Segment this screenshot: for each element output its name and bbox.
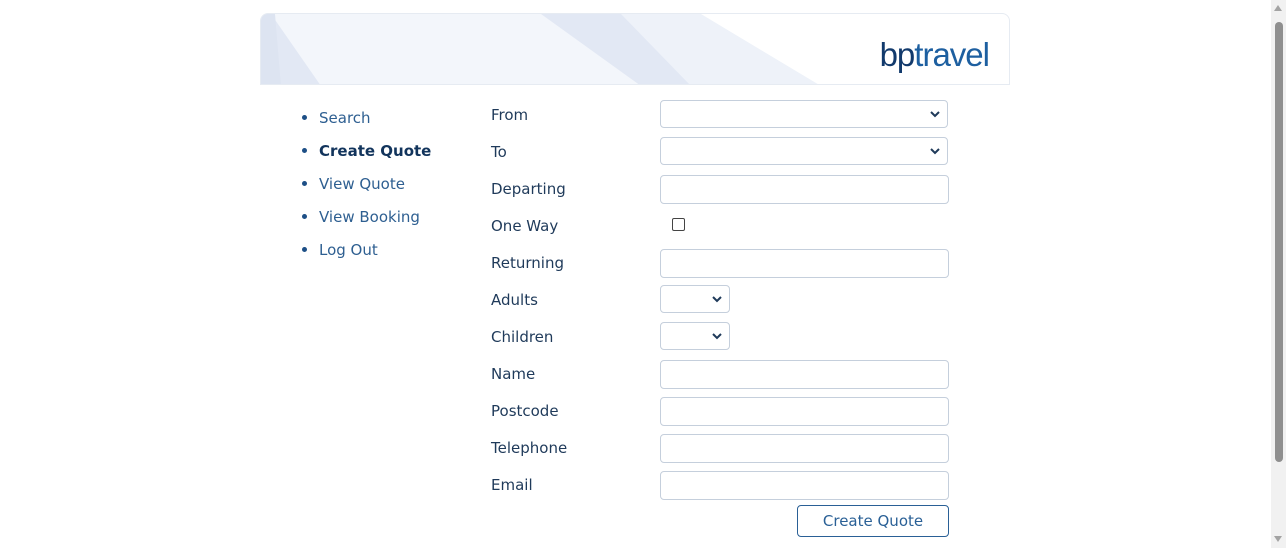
bullet-icon	[302, 115, 307, 120]
name-label: Name	[491, 365, 536, 383]
email-input[interactable]	[660, 471, 949, 500]
chevron-down-icon	[712, 296, 722, 303]
email-label: Email	[491, 476, 533, 494]
one-way-row: One Way	[491, 208, 961, 245]
adults-label: Adults	[491, 291, 538, 309]
one-way-label: One Way	[491, 217, 559, 235]
nav-item-create-quote[interactable]: Create Quote	[302, 134, 431, 167]
create-quote-button[interactable]: Create Quote	[797, 505, 949, 537]
to-select[interactable]	[660, 137, 948, 165]
children-row: Children	[491, 319, 961, 356]
returning-label: Returning	[491, 254, 564, 272]
bullet-icon	[302, 148, 307, 153]
to-label: To	[491, 143, 507, 161]
email-row: Email	[491, 467, 961, 504]
postcode-row: Postcode	[491, 393, 961, 430]
chevron-down-icon	[712, 333, 722, 340]
from-row: From	[491, 97, 961, 134]
departing-label: Departing	[491, 180, 566, 198]
nav-item-view-quote[interactable]: View Quote	[302, 167, 431, 200]
sidebar-nav: Search Create Quote View Quote View Book…	[302, 101, 431, 266]
bullet-icon	[302, 214, 307, 219]
departing-row: Departing	[491, 171, 961, 208]
nav-link-search[interactable]: Search	[319, 109, 371, 127]
scrollbar-thumb[interactable]	[1275, 22, 1283, 462]
returning-input[interactable]	[660, 249, 949, 278]
scroll-down-arrow-icon[interactable]	[1274, 536, 1282, 542]
postcode-label: Postcode	[491, 402, 559, 420]
vertical-scrollbar[interactable]	[1271, 0, 1286, 548]
adults-row: Adults	[491, 282, 961, 319]
chevron-down-icon	[930, 148, 940, 155]
bullet-icon	[302, 247, 307, 252]
to-row: To	[491, 134, 961, 171]
nav-item-view-booking[interactable]: View Booking	[302, 200, 431, 233]
bullet-icon	[302, 181, 307, 186]
postcode-input[interactable]	[660, 397, 949, 426]
one-way-checkbox[interactable]	[672, 218, 685, 231]
bptravel-logo[interactable]: bptravel	[880, 38, 990, 71]
chevron-down-icon	[930, 111, 940, 118]
telephone-input[interactable]	[660, 434, 949, 463]
site-header: bptravel	[260, 13, 1010, 85]
children-label: Children	[491, 328, 554, 346]
name-row: Name	[491, 356, 961, 393]
telephone-label: Telephone	[491, 439, 568, 457]
scroll-up-arrow-icon[interactable]	[1274, 5, 1282, 11]
returning-row: Returning	[491, 245, 961, 282]
nav-item-search[interactable]: Search	[302, 101, 431, 134]
from-select[interactable]	[660, 100, 948, 128]
nav-link-create-quote[interactable]: Create Quote	[319, 142, 431, 160]
from-label: From	[491, 106, 529, 124]
departing-input[interactable]	[660, 175, 949, 204]
nav-link-log-out[interactable]: Log Out	[319, 241, 378, 259]
nav-link-view-quote[interactable]: View Quote	[319, 175, 405, 193]
telephone-row: Telephone	[491, 430, 961, 467]
nav-link-view-booking[interactable]: View Booking	[319, 208, 420, 226]
name-input[interactable]	[660, 360, 949, 389]
adults-select[interactable]	[660, 285, 730, 313]
nav-item-log-out[interactable]: Log Out	[302, 233, 431, 266]
children-select[interactable]	[660, 322, 730, 350]
